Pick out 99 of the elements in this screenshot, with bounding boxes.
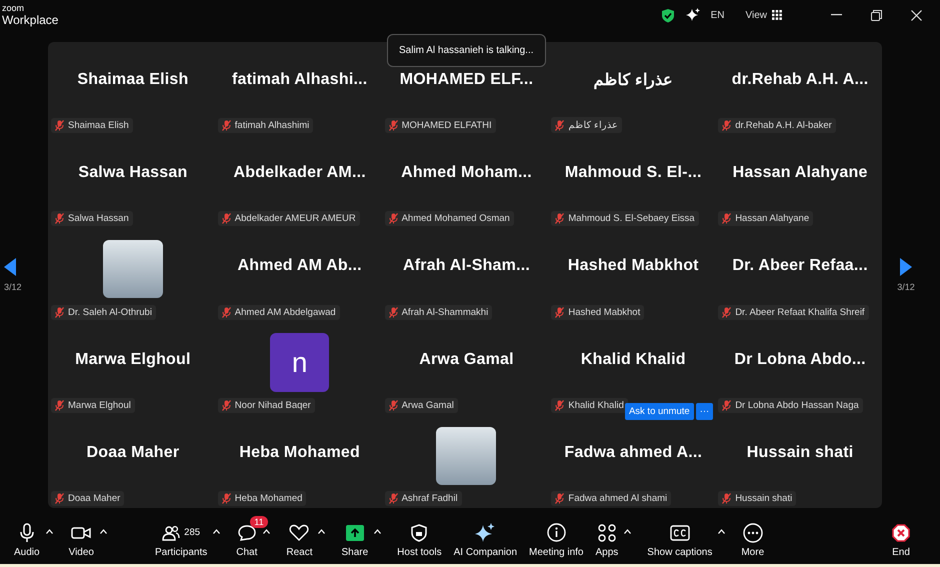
- participant-name: Heba Mohamed: [239, 444, 360, 462]
- people-icon: [162, 524, 180, 540]
- participant-label: Arwa Gamal: [402, 400, 454, 411]
- host-button[interactable]: Host tools: [391, 522, 448, 558]
- video-button[interactable]: Video: [62, 522, 100, 558]
- sparkle-icon[interactable]: [686, 8, 700, 22]
- participant-name: fatimah Alhashi...: [232, 71, 368, 90]
- participant-label: عذراء كاظم: [568, 119, 618, 132]
- participant-label: Hassan Alahyane: [735, 213, 810, 224]
- participant-name: Mahmoud S. El-...: [564, 164, 702, 182]
- participants-button[interactable]: 285 Participants: [148, 522, 214, 558]
- video-camera-icon: [71, 526, 92, 540]
- cc-button[interactable]: Show captions: [641, 522, 718, 558]
- participant-label: Ashraf Fadhil: [402, 492, 458, 504]
- participant-label: Dr Lobna Abdo Hassan Naga: [735, 400, 859, 411]
- participant-name: Doaa Maher: [86, 444, 180, 462]
- participant-name: dr.Rehab A.H. A...: [732, 71, 868, 90]
- participant-label: Afrah Al-Shammakhi: [402, 306, 488, 318]
- participant-name: Dr Lobna Abdo...: [734, 350, 866, 369]
- participant-label: Dr. Abeer Refaat Khalifa Shreif: [735, 306, 865, 318]
- participant-name: Ahmed Moham...: [401, 164, 532, 182]
- participant-name: Shaimaa Elish: [77, 71, 188, 90]
- page-indicator: 3/12: [896, 282, 916, 292]
- participant-name: Abdelkader AM...: [233, 164, 366, 182]
- react-button[interactable]: React: [280, 522, 318, 558]
- view-button[interactable]: View: [746, 10, 782, 20]
- participant-name: Ahmed AM Ab...: [238, 257, 362, 276]
- caret-icon[interactable]: [46, 528, 53, 534]
- participant-label: Marwa Elghoul: [68, 400, 131, 411]
- more-options-button[interactable]: ···: [696, 402, 714, 420]
- participant-name: Khalid Khalid: [580, 350, 686, 369]
- sparkle-icon: [475, 522, 496, 542]
- talking-notification: Salim Al hassanieh is talking...: [387, 34, 546, 67]
- info-icon: [546, 523, 566, 542]
- chat-bubble-icon: [238, 524, 256, 541]
- minimize-icon[interactable]: [831, 14, 842, 16]
- share-button[interactable]: Share: [335, 522, 374, 558]
- participant-name: Dr. Abeer Refaa...: [732, 257, 868, 276]
- apps-icon: [598, 524, 616, 542]
- language-label[interactable]: EN: [710, 10, 724, 20]
- microphone-icon: [20, 522, 34, 542]
- participant-label: Heba Mohamed: [234, 492, 302, 504]
- participant-label: Doaa Maher: [68, 492, 120, 504]
- participant-label: Fadwa ahmed Al shami: [568, 492, 668, 504]
- participant-label: MOHAMED ELFATHI: [402, 120, 492, 132]
- ask-to-unmute-button[interactable]: Ask to unmute: [624, 402, 694, 420]
- participant-label: Dr. Saleh Al-Othrubi: [68, 306, 152, 318]
- caret-icon[interactable]: [213, 528, 220, 534]
- participant-label: Noor Nihad Baqer: [234, 400, 311, 411]
- app-logo: zoom Workplace: [2, 2, 58, 26]
- caret-icon[interactable]: [374, 528, 382, 534]
- participant-name: Hashed Mabkhot: [568, 257, 699, 276]
- unread-badge: 11: [250, 516, 268, 528]
- apps-button[interactable]: Apps: [590, 522, 624, 558]
- caret-icon[interactable]: [718, 528, 726, 534]
- caret-icon[interactable]: [263, 528, 270, 534]
- close-icon[interactable]: [911, 10, 922, 20]
- end-call-icon: [892, 524, 910, 542]
- participant-label: Khalid Khalid: [568, 400, 624, 411]
- participant-name: MOHAMED ELF...: [400, 71, 534, 90]
- participant-label: Mahmoud S. El-Sebaey Eissa: [568, 213, 695, 224]
- next-page-icon[interactable]: [900, 258, 912, 276]
- captions-icon: [670, 524, 690, 540]
- participant-name: Fadwa ahmed A...: [564, 444, 702, 462]
- participant-name: Marwa Elghoul: [75, 350, 191, 369]
- participant-label: Ahmed AM Abdelgawad: [234, 306, 336, 318]
- participant-name: Hussain shati: [746, 444, 854, 462]
- participant-name: Arwa Gamal: [419, 350, 514, 369]
- heart-icon: [289, 524, 310, 541]
- participant-name: Hassan Alahyane: [732, 164, 868, 182]
- caret-icon[interactable]: [318, 528, 326, 534]
- restore-icon[interactable]: [871, 10, 882, 20]
- previous-page-icon[interactable]: [4, 258, 16, 276]
- participant-name: Salwa Hassan: [78, 164, 188, 182]
- participant-label: Abdelkader AMEUR AMEUR: [234, 213, 356, 224]
- participant-label: Ahmed Mohamed Osman: [402, 213, 510, 224]
- more-icon: [742, 522, 763, 542]
- avatar-letter: n: [270, 333, 330, 392]
- participant-name: عذراء كاظم: [594, 70, 674, 90]
- mic-button[interactable]: Audio: [8, 522, 46, 558]
- participant-label: Shaimaa Elish: [68, 120, 129, 132]
- shield-icon: [411, 524, 428, 542]
- participant-name: Afrah Al-Sham...: [402, 257, 530, 276]
- info-button[interactable]: Meeting info: [523, 522, 590, 558]
- page-indicator: 3/12: [4, 282, 23, 292]
- participant-label: dr.Rehab A.H. Al-baker: [735, 120, 832, 132]
- participant-label: fatimah Alhashimi: [234, 120, 310, 132]
- shield-icon[interactable]: [660, 8, 675, 22]
- participant-label: Salwa Hassan: [68, 213, 129, 224]
- participant-label: Hussain shati: [735, 492, 792, 504]
- photo-placeholder: [436, 426, 496, 485]
- ai-button[interactable]: AI Companion: [448, 522, 524, 558]
- caret-icon[interactable]: [624, 528, 632, 534]
- photo-placeholder: [102, 240, 163, 298]
- grid-icon: [772, 10, 782, 20]
- end-button[interactable]: End: [886, 522, 916, 558]
- participant-label: Hashed Mabkhot: [568, 306, 640, 318]
- more-button[interactable]: More: [735, 522, 770, 558]
- caret-icon[interactable]: [100, 528, 107, 534]
